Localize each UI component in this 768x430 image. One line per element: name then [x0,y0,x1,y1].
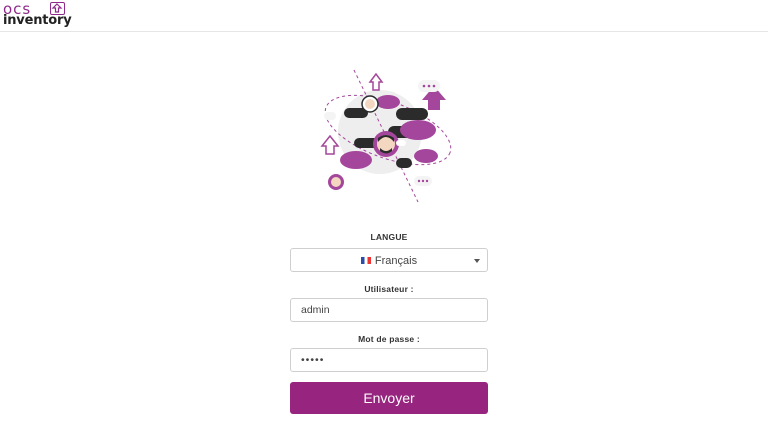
chevron-down-icon[interactable] [474,259,480,263]
username-input[interactable]: admin [290,298,488,322]
language-select[interactable]: Français [290,248,488,272]
top-bar: OCS inventory [0,0,768,32]
ocs-inventory-logo[interactable]: OCS inventory [3,0,72,29]
flag-france-icon [360,257,371,264]
language-selected-text: Français [374,255,418,267]
password-input[interactable]: ••••• [290,348,488,372]
submit-button[interactable]: Envoyer [290,382,488,414]
language-label: LANGUE [370,232,408,242]
username-label: Utilisateur : [364,284,414,294]
language-select-value: Français [291,255,487,267]
password-label: Mot de passe : [358,334,420,344]
logo-inventory-text: inventory [3,13,72,28]
login-illustration [318,64,458,204]
